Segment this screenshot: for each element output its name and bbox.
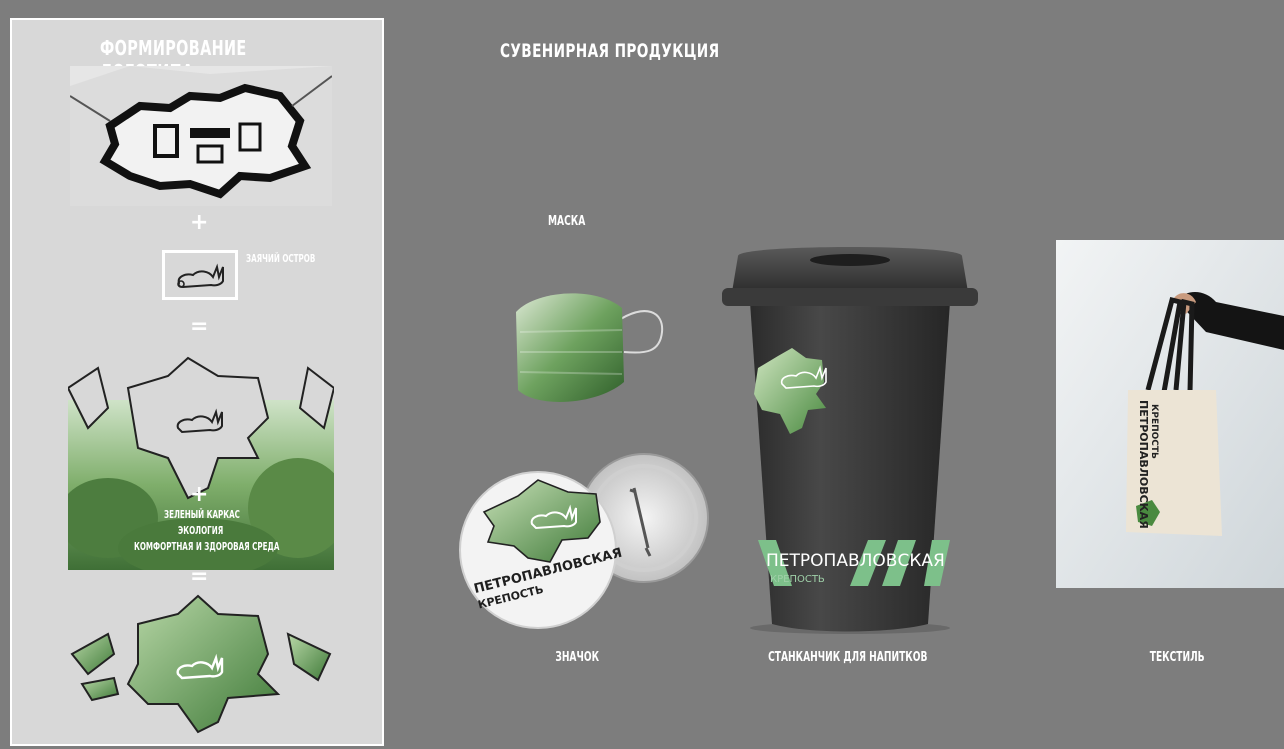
bag-brand-line1: ПЕТРОПАВЛОВСКАЯ bbox=[1137, 400, 1150, 529]
green-concept-3: КОМФОРТНАЯ И ЗДОРОВАЯ СРЕДА bbox=[134, 540, 280, 553]
textile-label: ТЕКСТИЛЬ bbox=[1149, 650, 1205, 665]
mask-image bbox=[516, 293, 664, 402]
textile-photo: ПЕТРОПАВЛОВСКАЯ КРЕПОСТЬ bbox=[1056, 240, 1284, 588]
equals-sign-2: = bbox=[190, 564, 209, 589]
badge-label: ЗНАЧОК bbox=[555, 650, 600, 665]
cup-image: ПЕТРОПАВЛОВСКАЯ КРЕПОСТЬ bbox=[722, 247, 978, 634]
island-label: ЗАЯЧИЙ ОСТРОВ bbox=[246, 252, 316, 265]
cup-brand-line1: ПЕТРОПАВЛОВСКАЯ bbox=[766, 551, 945, 571]
cup-brand-line2: КРЕПОСТЬ bbox=[770, 574, 825, 585]
rabbit-icon-box bbox=[162, 250, 238, 300]
bag-brand-line2: КРЕПОСТЬ bbox=[1149, 404, 1159, 459]
plus-sign-2: + bbox=[190, 482, 209, 507]
logo-formation-panel: ФОРМИРОВАНИЕ ЛОГОТИПА + ЗАЯЧИЙ ОСТРОВ = bbox=[10, 18, 384, 746]
souvenirs-title: СУВЕНИРНАЯ ПРОДУКЦИЯ bbox=[500, 40, 720, 62]
badge-image: ПЕТРОПАВЛОВСКАЯ КРЕПОСТЬ bbox=[459, 453, 709, 629]
rabbit-icon bbox=[177, 263, 224, 289]
green-concept-2: ЭКОЛОГИЯ bbox=[178, 524, 224, 537]
plus-sign-1: + bbox=[190, 210, 209, 235]
final-logo-image bbox=[70, 594, 332, 734]
cup-label: СТАНКАНЧИК ДЛЯ НАПИТКОВ bbox=[768, 650, 928, 665]
fortress-map-image bbox=[70, 66, 332, 206]
green-concept-1: ЗЕЛЕНЫЙ КАРКАС bbox=[164, 508, 240, 521]
equals-sign-1: = bbox=[190, 314, 209, 339]
mask-label: МАСКА bbox=[547, 214, 586, 229]
